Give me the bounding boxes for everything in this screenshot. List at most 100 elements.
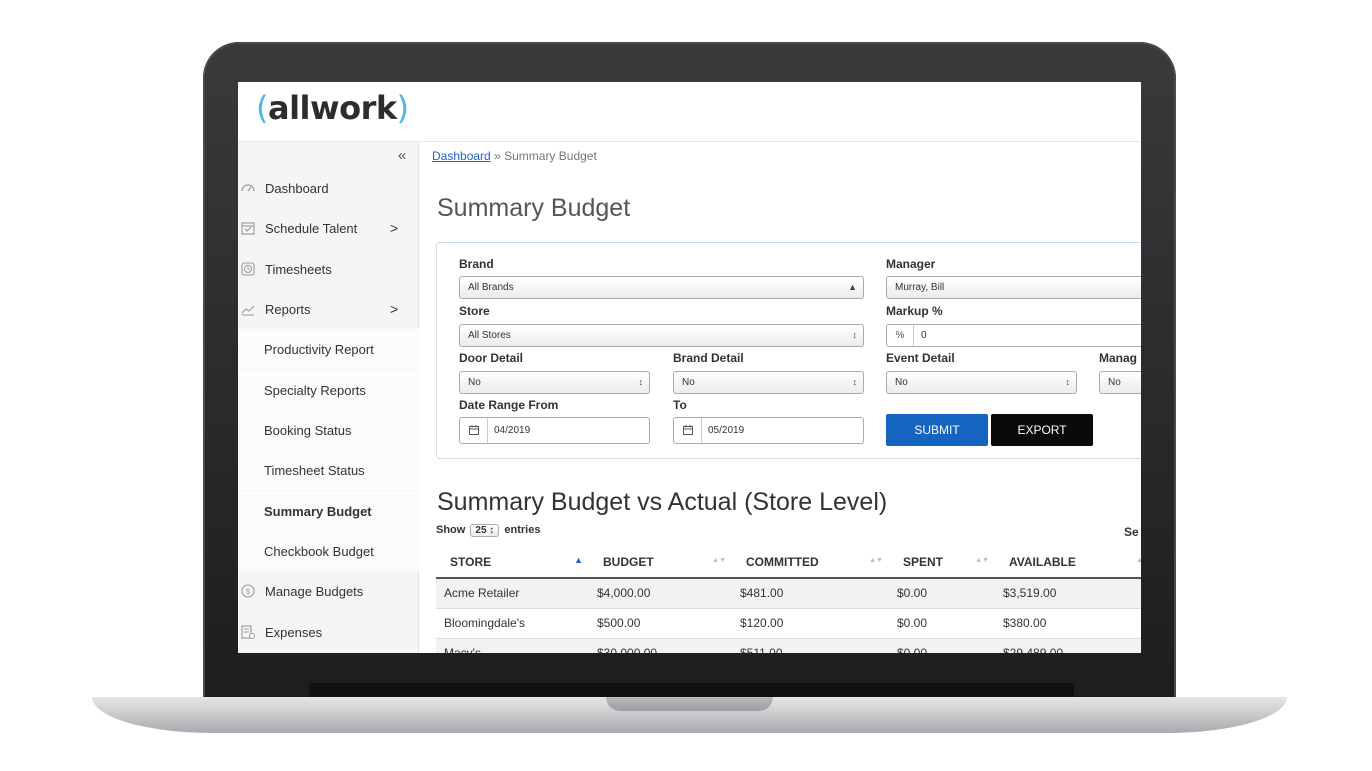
manager-select[interactable]: Murray, Bill: [886, 276, 1141, 299]
column-header-available[interactable]: AVAILABLE ▲▼: [995, 547, 1141, 579]
sidebar-item-manage-budgets[interactable]: $ Manage Budgets: [238, 571, 419, 611]
report-title: Summary Budget vs Actual (Store Level): [437, 488, 888, 516]
sort-icon: ▲▼: [712, 557, 726, 564]
table-cell-spent: $0.00: [889, 578, 995, 609]
date-from-value: 04/2019: [494, 425, 531, 436]
manager-detail-select[interactable]: No: [1099, 371, 1141, 394]
sidebar-item-expenses[interactable]: Expenses: [238, 612, 419, 652]
calendar-icon: [460, 418, 488, 443]
table-row: Bloomingdale's $500.00 $120.00 $0.00 $38…: [436, 608, 1141, 639]
collapse-sidebar-button[interactable]: «: [398, 147, 406, 164]
logo-word: allwork: [267, 89, 397, 127]
date-from-input[interactable]: 04/2019: [459, 417, 650, 444]
search-label: Se: [1124, 525, 1139, 539]
sort-icon: ▲▼: [869, 557, 883, 564]
brand-select[interactable]: All Brands ▲︎: [459, 276, 864, 299]
export-button[interactable]: EXPORT: [991, 414, 1093, 446]
door-detail-label: Door Detail: [459, 351, 524, 365]
event-detail-select[interactable]: No ↕: [886, 371, 1077, 394]
date-to-value: 05/2019: [708, 425, 745, 436]
sidebar-subitem-label: Summary Budget: [264, 503, 372, 519]
table-cell-available: $380.00: [995, 608, 1141, 639]
door-detail-select-value: No: [468, 377, 481, 388]
store-select[interactable]: All Stores ↕: [459, 324, 864, 347]
manager-detail-label: Manag: [1099, 351, 1138, 365]
breadcrumb-link-dashboard[interactable]: Dashboard: [432, 149, 491, 163]
receipt-icon: [241, 625, 255, 639]
store-label: Store: [459, 304, 490, 318]
sidebar-item-label: Dashboard: [265, 180, 329, 196]
table-cell-committed: $511.00: [732, 638, 889, 653]
logo-paren-open: (: [256, 89, 268, 127]
markup-label: Markup %: [886, 304, 943, 318]
page-title: Summary Budget: [437, 194, 631, 222]
show-label: Show: [436, 524, 466, 536]
table-header-row: STORE ▲ BUDGET ▲▼ COMMITTED ▲▼ SPENT ▲▼ AVAI…: [436, 547, 1141, 579]
breadcrumb-separator: »: [494, 149, 501, 163]
chevron-right-icon: >: [390, 301, 399, 317]
manager-detail-select-value: No: [1108, 377, 1121, 388]
table-cell-budget: $500.00: [589, 608, 732, 639]
entries-label: entries: [504, 524, 541, 536]
top-bar: (allwork): [238, 82, 1141, 142]
sidebar-item-dashboard[interactable]: Dashboard: [238, 168, 419, 208]
brand-detail-select[interactable]: No ↕: [673, 371, 864, 394]
logo-paren-close: ): [396, 89, 409, 127]
select-caret-icon: ↕: [1065, 377, 1071, 387]
sidebar-subitem-summary-budget[interactable]: Summary Budget: [238, 491, 419, 531]
markup-input[interactable]: % 0: [886, 324, 1141, 347]
sidebar: « Dashboard Schedule Talent > Timesheets: [238, 142, 419, 653]
select-caret-icon: ↕: [852, 377, 858, 387]
date-from-label: Date Range From: [459, 398, 559, 412]
brand-detail-label: Brand Detail: [673, 351, 744, 365]
column-header-label: AVAILABLE: [1009, 555, 1076, 569]
brand-select-value: All Brands: [468, 282, 514, 293]
column-header-budget[interactable]: BUDGET ▲▼: [589, 547, 732, 579]
brand-detail-select-value: No: [682, 377, 695, 388]
sidebar-subitem-productivity-report[interactable]: Productivity Report: [238, 329, 419, 369]
entries-select[interactable]: 25 ↕: [470, 524, 500, 537]
sidebar-item-label: Reports: [265, 301, 311, 317]
dashboard-icon: [241, 181, 255, 195]
date-to-input[interactable]: 05/2019: [673, 417, 864, 444]
event-detail-label: Event Detail: [886, 351, 955, 365]
store-select-value: All Stores: [468, 330, 511, 341]
table-cell-available: $3,519.00: [995, 578, 1141, 609]
submit-button[interactable]: SUBMIT: [886, 414, 988, 446]
entries-select-value: 25: [475, 525, 487, 536]
app-screen: (allwork) « Dashboard Schedule Talent > …: [238, 82, 1141, 653]
table-cell-store: Macy's: [436, 638, 589, 653]
breadcrumb: Dashboard » Summary Budget: [432, 149, 597, 163]
sidebar-item-reports[interactable]: Reports >: [238, 289, 419, 329]
laptop-notch: [606, 697, 773, 711]
sidebar-item-schedule-talent[interactable]: Schedule Talent >: [238, 208, 419, 248]
filter-panel: Brand All Brands ▲︎ Manager Murray, Bill…: [436, 242, 1141, 459]
sidebar-item-timesheets[interactable]: Timesheets: [238, 249, 419, 289]
manager-label: Manager: [886, 257, 936, 271]
percent-addon: %: [887, 325, 914, 346]
manager-select-value: Murray, Bill: [895, 282, 945, 293]
column-header-spent[interactable]: SPENT ▲▼: [889, 547, 995, 579]
door-detail-select[interactable]: No ↕: [459, 371, 650, 394]
column-header-label: SPENT: [903, 555, 944, 569]
sidebar-subitem-specialty-reports[interactable]: Specialty Reports: [238, 370, 419, 410]
sidebar-subitem-label: Checkbook Budget: [264, 543, 374, 559]
main-content: Dashboard » Summary Budget Summary Budge…: [419, 142, 1141, 653]
brand-label: Brand: [459, 257, 494, 271]
sidebar-subitem-checkbook-budget[interactable]: Checkbook Budget: [238, 531, 419, 571]
sidebar-item-label: Expenses: [265, 624, 323, 640]
chevron-right-icon: >: [390, 220, 399, 236]
column-header-committed[interactable]: COMMITTED ▲▼: [732, 547, 889, 579]
table-cell-committed: $120.00: [732, 608, 889, 639]
column-header-store[interactable]: STORE ▲: [436, 547, 589, 579]
table-cell-committed: $481.00: [732, 578, 889, 609]
sidebar-item-label: Manage Budgets: [265, 583, 364, 599]
sidebar-subitem-booking-status[interactable]: Booking Status: [238, 410, 419, 450]
markup-input-value: 0: [921, 330, 927, 341]
app-logo[interactable]: (allwork): [256, 88, 409, 128]
column-header-label: STORE: [450, 555, 492, 569]
calendar-icon: [241, 221, 255, 235]
table-cell-budget: $30,000.00: [589, 638, 732, 653]
sidebar-subitem-timesheet-status[interactable]: Timesheet Status: [238, 450, 419, 490]
sidebar-subitem-label: Timesheet Status: [264, 462, 365, 478]
